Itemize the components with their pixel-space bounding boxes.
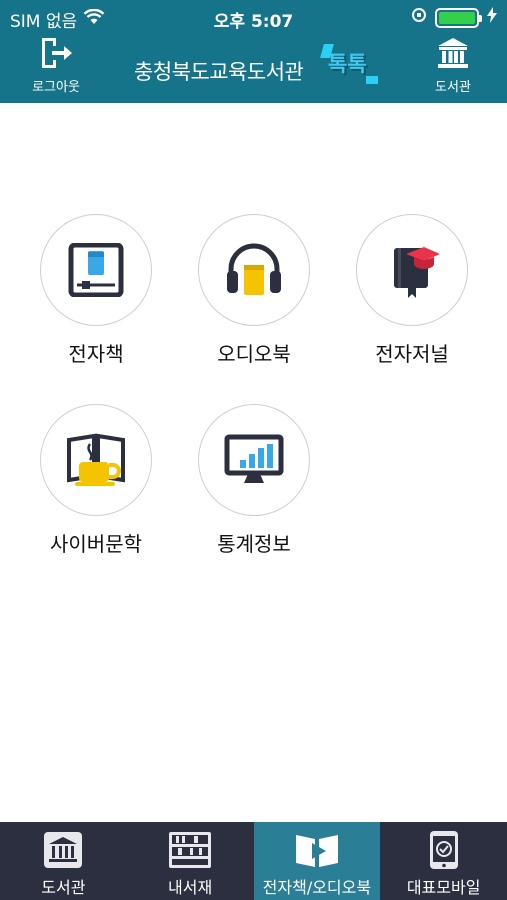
menu-item-cyber-literature[interactable]: 사이버문학 xyxy=(21,404,171,557)
app-title: 충청북도교육도서관 톡톡 xyxy=(130,44,390,90)
title-deco-bottom xyxy=(366,76,378,84)
ebook-play-icon xyxy=(254,822,381,872)
menu-label-ebook: 전자책 xyxy=(68,342,124,366)
menu-label-ejournal: 전자저널 xyxy=(375,342,449,366)
menu-item-statistics[interactable]: 통계정보 xyxy=(179,404,329,557)
status-right xyxy=(411,7,497,28)
tab-bookshelf[interactable]: 내서재 xyxy=(127,822,254,900)
tab-label-library: 도서관 xyxy=(41,878,86,897)
tab-mobile[interactable]: 대표모바일 xyxy=(380,822,507,900)
audiobook-icon xyxy=(198,214,310,326)
bottom-tab-bar: 도서관 내서재 전자책/오디오북 대표모바일 xyxy=(0,822,507,900)
app-header: SIM 없음 오후 5:07 로그아웃 충청북도교육도서관 톡톡 도서관 xyxy=(0,0,507,103)
tab-ebook-audiobook[interactable]: 전자책/오디오북 xyxy=(253,822,381,900)
tab-label-bookshelf: 내서재 xyxy=(168,878,213,897)
tab-library[interactable]: 도서관 xyxy=(0,822,127,900)
logout-label: 로그아웃 xyxy=(32,80,80,95)
logout-button[interactable]: 로그아웃 xyxy=(16,36,96,95)
menu-label-statistics: 통계정보 xyxy=(217,532,291,556)
logout-icon xyxy=(16,36,96,70)
library-label: 도서관 xyxy=(435,80,471,95)
menu-label-cyber-literature: 사이버문학 xyxy=(50,532,142,556)
bookshelf-icon xyxy=(127,822,254,872)
library-button[interactable]: 도서관 xyxy=(413,36,493,95)
ejournal-icon xyxy=(356,214,468,326)
status-bar: SIM 없음 오후 5:07 xyxy=(0,0,507,34)
statistics-icon xyxy=(198,404,310,516)
cyber-literature-icon xyxy=(40,404,152,516)
app-title-accent: 톡톡 xyxy=(328,52,367,76)
library-building-icon xyxy=(413,36,493,70)
menu-label-audiobook: 오디오북 xyxy=(217,342,291,366)
menu-item-ebook[interactable]: 전자책 xyxy=(21,214,171,367)
menu-item-ejournal[interactable]: 전자저널 xyxy=(337,214,487,367)
tab-label-mobile: 대표모바일 xyxy=(406,878,481,897)
menu-item-audiobook[interactable]: 오디오북 xyxy=(179,214,329,367)
charging-icon xyxy=(487,7,497,28)
ebook-icon xyxy=(40,214,152,326)
mobile-icon xyxy=(380,822,507,872)
library-icon xyxy=(0,822,127,872)
tab-label-ebook-audiobook: 전자책/오디오북 xyxy=(262,878,372,897)
app-title-text: 충청북도교육도서관 xyxy=(134,60,304,84)
battery-icon xyxy=(435,7,482,28)
orientation-lock-icon xyxy=(411,7,427,28)
